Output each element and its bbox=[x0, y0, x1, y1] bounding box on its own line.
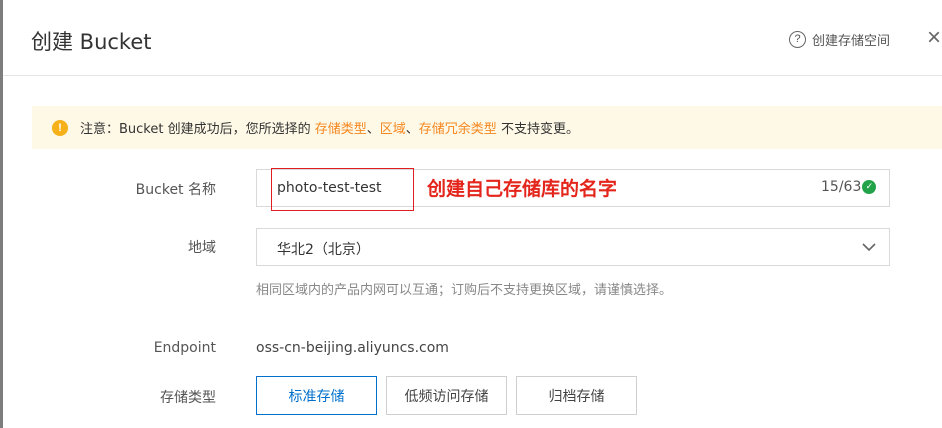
region-select[interactable]: 华北2（北京） bbox=[256, 228, 890, 266]
help-link-label: 创建存储空间 bbox=[812, 33, 891, 49]
region-selected-value: 华北2（北京） bbox=[277, 242, 370, 258]
annotation-highlight-frame bbox=[271, 168, 414, 211]
storage-type-archive-button[interactable]: 归档存储 bbox=[516, 376, 637, 415]
notice-highlight-storage-type: 存储类型 bbox=[314, 122, 367, 137]
endpoint-label: Endpoint bbox=[153, 340, 216, 356]
panel-header: 创建 Bucket ? 创建存储空间 × bbox=[3, 0, 942, 76]
storage-type-standard-button[interactable]: 标准存储 bbox=[256, 376, 377, 415]
annotation-text: 创建自己存储库的名字 bbox=[427, 178, 618, 200]
notice-separator: 、 bbox=[366, 122, 380, 137]
check-circle-icon: ✓ bbox=[862, 180, 877, 194]
notice-suffix: 不支持变更。 bbox=[496, 122, 579, 137]
notice-banner: ! 注意：Bucket 创建成功后，您所选择的 存储类型、区域、存储冗余类型 不… bbox=[32, 106, 942, 149]
endpoint-value: oss-cn-beijing.aliyuncs.com bbox=[256, 340, 449, 356]
notice-text: 注意：Bucket 创建成功后，您所选择的 存储类型、区域、存储冗余类型 不支持… bbox=[80, 118, 579, 137]
notice-separator: 、 bbox=[405, 122, 419, 137]
region-label: 地域 bbox=[188, 240, 216, 256]
help-link[interactable]: ? 创建存储空间 bbox=[789, 29, 890, 49]
storage-type-label: 存储类型 bbox=[160, 390, 216, 406]
close-icon[interactable]: × bbox=[927, 26, 942, 50]
storage-type-ia-button[interactable]: 低频访问存储 bbox=[386, 376, 507, 415]
bucket-name-label: Bucket 名称 bbox=[135, 182, 216, 198]
region-hint: 相同区域内的产品内网可以互通；订购后不支持更换区域，请谨慎选择。 bbox=[256, 283, 673, 298]
notice-highlight-redundancy: 存储冗余类型 bbox=[418, 122, 497, 137]
question-circle-icon: ? bbox=[789, 30, 806, 48]
create-bucket-panel: 创建 Bucket ? 创建存储空间 × ! 注意：Bucket 创建成功后，您… bbox=[3, 0, 942, 428]
notice-prefix: 注意：Bucket 创建成功后，您所选择的 bbox=[80, 122, 315, 137]
char-counter-value: 15/63 bbox=[821, 179, 862, 195]
chevron-down-icon bbox=[862, 243, 876, 252]
warning-icon: ! bbox=[52, 119, 68, 136]
char-counter: 15/63 ✓ bbox=[821, 179, 877, 195]
page-title: 创建 Bucket bbox=[31, 30, 152, 54]
notice-highlight-region: 区域 bbox=[379, 122, 406, 137]
